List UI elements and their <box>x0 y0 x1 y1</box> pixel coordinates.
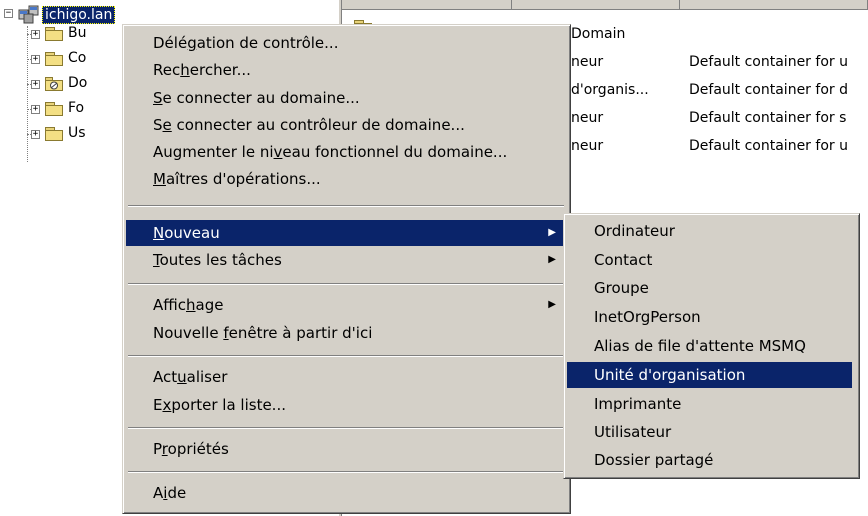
menu-separator <box>128 205 564 207</box>
menu-item-export-list[interactable]: Exporter la liste... <box>126 392 566 418</box>
submenu-item-ordinateur[interactable]: Ordinateur <box>567 218 852 244</box>
menu-separator <box>128 427 564 429</box>
list-cell-type: neur <box>571 54 604 70</box>
folder-icon <box>45 27 63 41</box>
submenu-item-utilisateur[interactable]: Utilisateur <box>567 419 852 445</box>
tree-item-label[interactable]: Do <box>68 75 87 91</box>
list-cell-type: neur <box>571 138 604 154</box>
menu-item-raise-level[interactable]: Augmenter le niveau fonctionnel du domai… <box>126 139 566 165</box>
menu-item-view[interactable]: Affichage ▶ <box>126 292 566 318</box>
submenu-item-imprimante[interactable]: Imprimante <box>567 391 852 417</box>
column-header-type[interactable] <box>512 0 680 10</box>
domain-controllers-icon <box>45 77 63 91</box>
submenu-item-dossier-partage[interactable]: Dossier partagé <box>567 447 852 473</box>
menu-item-refresh[interactable]: Actualiser <box>126 364 566 390</box>
menu-item-delegation[interactable]: Délégation de contrôle... <box>126 30 566 56</box>
expand-icon[interactable]: + <box>31 55 40 64</box>
tree-item-label[interactable]: Bu <box>68 25 86 41</box>
list-cell-description: Default container for s <box>689 110 847 126</box>
expand-icon[interactable]: + <box>31 30 40 39</box>
menu-separator <box>128 283 564 285</box>
submenu-arrow-icon: ▶ <box>548 227 556 238</box>
menu-separator <box>128 355 564 357</box>
tree-item-label[interactable]: Fo <box>68 100 84 116</box>
list-cell-type: Domain <box>571 26 626 42</box>
collapse-icon[interactable]: − <box>4 9 13 18</box>
submenu-item-msmq-alias[interactable]: Alias de file d'attente MSMQ <box>567 333 852 359</box>
submenu-item-contact[interactable]: Contact <box>567 247 852 273</box>
submenu-arrow-icon: ▶ <box>548 299 556 310</box>
context-menu: Délégation de contrôle... Rechercher... … <box>122 24 571 514</box>
list-cell-description: Default container for u <box>689 138 848 154</box>
tree-item-label[interactable]: Co <box>68 50 86 66</box>
domain-icon <box>18 5 39 24</box>
menu-separator <box>128 471 564 473</box>
submenu-arrow-icon: ▶ <box>548 254 556 265</box>
tree-root-label[interactable]: ichigo.lan <box>42 6 116 24</box>
expand-icon[interactable]: + <box>31 105 40 114</box>
folder-icon <box>45 127 63 141</box>
list-cell-description: Default container for d <box>689 82 848 98</box>
submenu-item-inetorgperson[interactable]: InetOrgPerson <box>567 304 852 330</box>
menu-item-connect-domain[interactable]: Se connecter au domaine... <box>126 85 566 111</box>
list-cell-type: neur <box>571 110 604 126</box>
menu-item-operations-masters[interactable]: Maîtres d'opérations... <box>126 166 566 192</box>
folder-icon <box>45 52 63 66</box>
list-cell-description: Default container for u <box>689 54 848 70</box>
menu-item-all-tasks[interactable]: Toutes les tâches ▶ <box>126 247 566 273</box>
tree-item-label[interactable]: Us <box>68 125 86 141</box>
menu-item-rechercher[interactable]: Rechercher... <box>126 57 566 83</box>
menu-item-help[interactable]: Aide <box>126 480 566 506</box>
menu-item-properties[interactable]: Propriétés <box>126 436 566 462</box>
column-header-name[interactable] <box>342 0 512 10</box>
submenu-item-groupe[interactable]: Groupe <box>567 275 852 301</box>
list-cell-type: d'organis... <box>571 82 649 98</box>
menu-item-new-window[interactable]: Nouvelle fenêtre à partir d'ici <box>126 320 566 346</box>
expand-icon[interactable]: + <box>31 130 40 139</box>
column-header-description[interactable] <box>680 0 868 10</box>
menu-item-nouveau[interactable]: Nouveau ▶ <box>126 220 566 246</box>
expand-icon[interactable]: + <box>31 80 40 89</box>
submenu-item-unite-organisation[interactable]: Unité d'organisation <box>567 362 852 388</box>
submenu-nouveau: Ordinateur Contact Groupe InetOrgPerson … <box>563 213 860 479</box>
folder-icon <box>45 102 63 116</box>
menu-item-connect-dc[interactable]: Se connecter au contrôleur de domaine... <box>126 112 566 138</box>
